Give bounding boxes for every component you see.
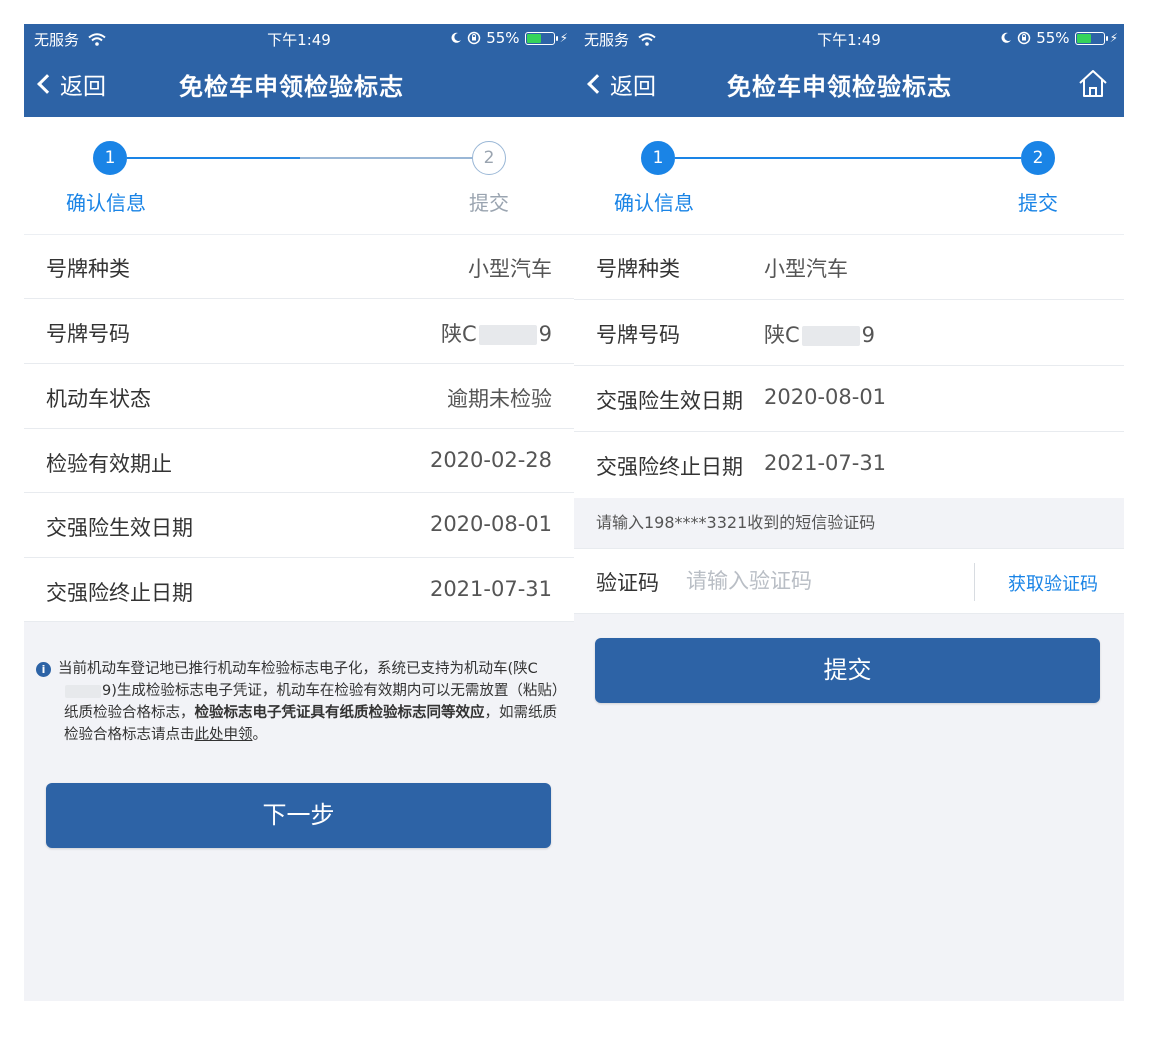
get-code-button[interactable]: 获取验证码: [1008, 570, 1098, 596]
info-icon: i: [36, 662, 51, 677]
apply-paper-label-link[interactable]: 此处申领: [195, 727, 253, 743]
next-step-button[interactable]: 下一步: [46, 783, 551, 848]
charging-icon: ⚡: [1109, 31, 1118, 45]
row-value: 陕C 9: [764, 319, 875, 349]
plate-suffix: 9: [538, 322, 552, 346]
row-value: 2020-08-01: [429, 512, 552, 536]
orientation-lock-icon: [1017, 31, 1031, 45]
divider: [974, 563, 975, 601]
row-label: 号牌种类: [596, 257, 680, 281]
battery-fill: [526, 33, 541, 43]
status-bar: 无服务 下午1:49 55% ⚡: [24, 24, 574, 53]
charging-icon: ⚡: [559, 31, 568, 45]
plate-redaction: [478, 325, 537, 345]
battery-fill: [1076, 33, 1091, 43]
status-bar: 无服务 下午1:49 55% ⚡: [574, 24, 1124, 53]
row-label: 号牌种类: [46, 257, 130, 281]
info-row-plate-number: 号牌号码 陕C 9: [24, 299, 574, 364]
notice-part1: 当前机动车登记地已推行机动车检验标志电子化，系统已支持为机动车(陕C: [58, 661, 538, 677]
notice-emphasis: 检验标志电子凭证具有纸质检验标志同等效应: [194, 705, 485, 721]
row-value: 2020-02-28: [429, 448, 552, 472]
chevron-left-icon: [37, 74, 57, 94]
info-row-vehicle-status: 机动车状态 逾期未检验: [24, 364, 574, 429]
info-row-inspection-expiry: 检验有效期止 2020-02-28: [24, 429, 574, 493]
row-value: 逾期未检验: [447, 387, 552, 411]
row-value: 小型汽车: [468, 257, 552, 281]
step-1-indicator: 1: [93, 141, 127, 175]
plate-suffix: 9: [861, 323, 876, 347]
row-value: 2021-07-31: [429, 577, 552, 601]
step-2-label: 提交: [469, 191, 509, 215]
info-row-insurance-end: 交强险终止日期 2021-07-31: [24, 558, 574, 622]
status-right: 55% ⚡: [1000, 29, 1118, 47]
submit-button[interactable]: 提交: [595, 638, 1100, 703]
step-2-label: 提交: [1018, 191, 1058, 215]
stepper: 1 2 确认信息 提交: [24, 117, 574, 235]
home-icon[interactable]: [1076, 67, 1110, 101]
info-row-plate-number: 号牌号码 陕C 9: [574, 300, 1124, 366]
step-remaining-line: [300, 157, 473, 159]
e-certificate-notice: i 当前机动车登记地已推行机动车检验标志电子化，系统已支持为机动车(陕C9)生成…: [36, 658, 560, 746]
step-progress-line: [127, 157, 300, 159]
moon-icon: [1001, 32, 1012, 43]
verification-code-input[interactable]: [686, 563, 956, 599]
battery-icon: [1074, 31, 1108, 45]
row-label: 号牌号码: [46, 322, 130, 346]
nav-bar: 返回 免检车申领检验标志: [574, 53, 1124, 117]
row-value: 2021-07-31: [764, 451, 887, 475]
chevron-left-icon: [587, 74, 607, 94]
info-row-insurance-start: 交强险生效日期 2020-08-01: [24, 493, 574, 558]
row-label: 机动车状态: [46, 387, 151, 411]
row-label: 交强险终止日期: [596, 455, 743, 479]
vehicle-info-list: 号牌种类 小型汽车 号牌号码 陕C 9 交强险生效日期 2020-08-01 交强…: [574, 235, 1124, 498]
sms-hint: 请输入198****3321收到的短信验证码: [574, 498, 1124, 548]
stepper: 1 2 确认信息 提交: [574, 117, 1124, 235]
notice-end: 。: [252, 727, 268, 743]
code-label: 验证码: [596, 571, 659, 595]
back-label: 返回: [610, 74, 656, 100]
screen-confirm-info: 无服务 下午1:49 55% ⚡ 返回 免检车申领检验标志 1 2 确认信息 提: [24, 24, 574, 1001]
info-row-insurance-start: 交强险生效日期 2020-08-01: [574, 366, 1124, 432]
row-label: 检验有效期止: [46, 452, 172, 476]
plate-redaction: [65, 684, 101, 698]
verification-code-row: 验证码 获取验证码: [574, 548, 1124, 614]
back-button[interactable]: 返回: [586, 67, 656, 101]
info-row-plate-type: 号牌种类 小型汽车: [574, 235, 1124, 300]
row-value: 小型汽车: [764, 257, 848, 281]
battery-percent: 55%: [1036, 29, 1070, 47]
step-2-indicator: 2: [472, 141, 506, 175]
plate-prefix: 陕C: [440, 322, 477, 346]
back-button[interactable]: 返回: [36, 67, 106, 101]
step-1-label: 确认信息: [66, 191, 146, 215]
plate-redaction: [801, 326, 860, 346]
row-label: 交强险终止日期: [46, 581, 193, 605]
row-label: 交强险生效日期: [46, 516, 193, 540]
row-label: 交强险生效日期: [596, 389, 743, 413]
step-progress-line: [675, 157, 1021, 159]
vehicle-info-list: 号牌种类 小型汽车 号牌号码 陕C 9 机动车状态 逾期未检验 检验有效期止 20…: [24, 235, 574, 622]
notice-text: 当前机动车登记地已推行机动车检验标志电子化，系统已支持为机动车(陕C9)生成检验…: [36, 658, 560, 746]
row-label: 号牌号码: [596, 323, 680, 347]
step-1-indicator: 1: [641, 141, 675, 175]
battery-icon: [524, 31, 558, 45]
battery-percent: 55%: [486, 29, 520, 47]
page-title: 免检车申领检验标志: [179, 73, 404, 101]
moon-icon: [451, 32, 462, 43]
info-row-plate-type: 号牌种类 小型汽车: [24, 235, 574, 299]
step-1-label: 确认信息: [614, 191, 694, 215]
page-title: 免检车申领检验标志: [727, 73, 952, 101]
step-2-indicator: 2: [1021, 141, 1055, 175]
orientation-lock-icon: [467, 31, 481, 45]
info-row-insurance-end: 交强险终止日期 2021-07-31: [574, 432, 1124, 498]
status-right: 55% ⚡: [450, 29, 568, 47]
back-label: 返回: [60, 74, 106, 100]
screen-submit: 无服务 下午1:49 55% ⚡ 返回 免检车申领检验标志 1 2 确认信息 提…: [574, 24, 1124, 1001]
row-value: 2020-08-01: [764, 385, 887, 409]
nav-bar: 返回 免检车申领检验标志: [24, 53, 574, 117]
plate-prefix: 陕C: [764, 323, 800, 347]
row-value: 陕C 9: [441, 318, 552, 348]
